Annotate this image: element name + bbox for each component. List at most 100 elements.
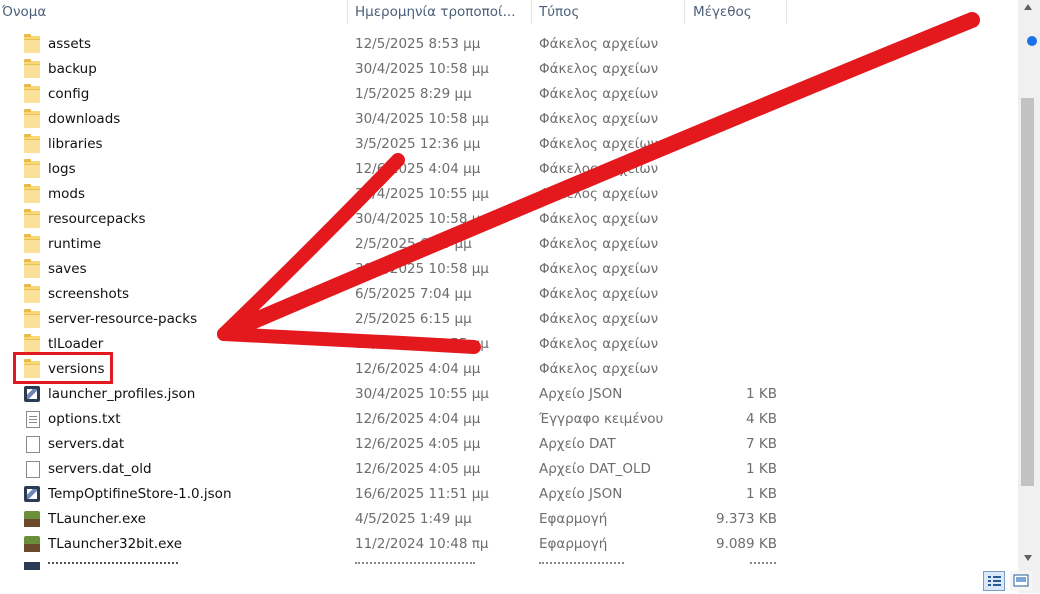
file-name: TLauncher32bit.exe: [48, 536, 183, 552]
file-row[interactable]: downloads 30/4/2025 10:58 μμ Φάκελος αρχεί…: [0, 107, 1018, 132]
file-date: 12/5/2025 8:53 μμ: [355, 36, 481, 52]
file-name: saves: [48, 261, 87, 277]
file-size: [690, 232, 777, 257]
file-row[interactable]: backup 30/4/2025 10:58 μμ Φάκελος αρχείων: [0, 57, 1018, 82]
file-name: servers.dat: [48, 436, 125, 452]
file-row[interactable]: assets 12/5/2025 8:53 μμ Φάκελος αρχείων: [0, 32, 1018, 57]
file-size: 9.089 KB: [715, 536, 777, 552]
file-name: libraries: [48, 136, 103, 152]
column-header-name[interactable]: Όνομα: [2, 0, 342, 24]
folder-icon: [24, 109, 40, 128]
file-type: Αρχείο JSON: [539, 386, 623, 402]
file-name: TempOptifineStore-1.0.json: [48, 486, 232, 502]
file-size: [690, 332, 777, 357]
file-row[interactable]: TLauncher32bit.exe 11/2/2024 10:48 πμ Εφαρ…: [0, 532, 1018, 557]
file-date: 12/6/2025 4:04 μμ: [355, 161, 481, 177]
file-row[interactable]: screenshots 6/5/2025 7:04 μμ Φάκελος αρχεί…: [0, 282, 1018, 307]
file-type: Φάκελος αρχείων: [539, 136, 659, 152]
column-divider[interactable]: [786, 0, 787, 24]
file-date: 12/6/2025 4:04 μμ: [355, 361, 481, 377]
file-size: [690, 132, 777, 157]
file-size: 1 KB: [746, 386, 777, 402]
column-header-date[interactable]: Ημερομηνία τροποποί...: [355, 0, 531, 24]
folder-icon: [24, 259, 40, 278]
file-size-cut: [750, 562, 776, 567]
folder-icon: [24, 159, 40, 178]
blank-file-icon: [26, 436, 40, 453]
file-date: 3/5/2025 12:36 μμ: [355, 136, 481, 152]
file-size: [690, 257, 777, 282]
large-icons-view-icon: [1013, 574, 1029, 587]
file-row-partial[interactable]: [0, 562, 1018, 570]
large-icons-view-button[interactable]: [1010, 571, 1032, 591]
file-row[interactable]: versions 12/6/2025 4:04 μμ Φάκελος αρχείων: [0, 357, 1018, 382]
file-row[interactable]: mods 30/4/2025 10:55 μμ Φάκελος αρχείων: [0, 182, 1018, 207]
file-name: launcher_profiles.json: [48, 386, 196, 402]
minecraft-block-icon: [24, 511, 40, 527]
file-row[interactable]: launcher_profiles.json 30/4/2025 10:55 μμ…: [0, 382, 1018, 407]
file-type: Φάκελος αρχείων: [539, 61, 659, 77]
file-name: config: [48, 86, 90, 102]
file-row[interactable]: tlLoader 30/4/2025 10:55 μμ Φάκελος αρχείω…: [0, 332, 1018, 357]
file-date: 12/6/2025 4:05 μμ: [355, 436, 481, 452]
file-size: [690, 307, 777, 332]
file-date: 30/4/2025 10:55 μμ: [355, 336, 489, 352]
file-size: [690, 357, 777, 382]
scroll-up-arrow-icon[interactable]: [1024, 4, 1032, 10]
file-row[interactable]: runtime 2/5/2025 6:00 μμ Φάκελος αρχείων: [0, 232, 1018, 257]
blank-file-icon: [26, 461, 40, 478]
file-type: Φάκελος αρχείων: [539, 336, 659, 352]
file-size: [690, 32, 777, 57]
file-row[interactable]: servers.dat_old 12/6/2025 4:05 μμ Αρχείο D…: [0, 457, 1018, 482]
file-date: 4/5/2025 1:49 μμ: [355, 511, 472, 527]
file-name-cut: [48, 562, 178, 567]
details-view-button[interactable]: [983, 571, 1005, 591]
file-date-cut: [355, 562, 475, 567]
file-size: [690, 282, 777, 307]
scrollbar-thumb[interactable]: [1021, 98, 1034, 486]
column-divider[interactable]: [347, 0, 348, 24]
file-size: [690, 157, 777, 182]
file-size: 1 KB: [746, 461, 777, 477]
file-type: Φάκελος αρχείων: [539, 161, 659, 177]
file-date: 2/5/2025 6:00 μμ: [355, 236, 472, 252]
json-icon: [24, 386, 40, 402]
file-type: Φάκελος αρχείων: [539, 236, 659, 252]
file-name: server-resource-packs: [48, 311, 198, 327]
file-row[interactable]: logs 12/6/2025 4:04 μμ Φάκελος αρχείων: [0, 157, 1018, 182]
scroll-position-indicator: [1027, 36, 1037, 46]
folder-icon: [24, 34, 40, 53]
file-row[interactable]: servers.dat 12/6/2025 4:05 μμ Αρχείο DAT 7 …: [0, 432, 1018, 457]
file-row[interactable]: server-resource-packs 2/5/2025 6:15 μμ Φάκ…: [0, 307, 1018, 332]
file-row[interactable]: config 1/5/2025 8:29 μμ Φάκελος αρχείων: [0, 82, 1018, 107]
file-name: backup: [48, 61, 97, 77]
file-date: 2/5/2025 6:15 μμ: [355, 311, 472, 327]
folder-icon: [24, 184, 40, 203]
file-name: TLauncher.exe: [48, 511, 146, 527]
file-row[interactable]: resourcepacks 30/4/2025 10:58 μμ Φάκελος α…: [0, 207, 1018, 232]
column-divider[interactable]: [684, 0, 685, 24]
file-date: 12/6/2025 4:05 μμ: [355, 461, 481, 477]
column-header-size[interactable]: Μέγεθος: [693, 0, 783, 24]
file-type: Έγγραφο κειμένου: [539, 411, 664, 427]
scroll-down-arrow-icon[interactable]: [1024, 555, 1032, 561]
file-row[interactable]: options.txt 12/6/2025 4:04 μμ Έγγραφο κειμ…: [0, 407, 1018, 432]
file-size: [690, 107, 777, 132]
file-size: [690, 182, 777, 207]
file-date: 30/4/2025 10:58 μμ: [355, 261, 489, 277]
file-type: Φάκελος αρχείων: [539, 86, 659, 102]
details-view-icon: [988, 576, 1001, 586]
file-name: mods: [48, 186, 86, 202]
file-name: servers.dat_old: [48, 461, 152, 477]
file-type: Αρχείο JSON: [539, 486, 623, 502]
folder-icon: [24, 284, 40, 303]
column-header-type[interactable]: Τύπος: [539, 0, 679, 24]
file-row[interactable]: saves 30/4/2025 10:58 μμ Φάκελος αρχείων: [0, 257, 1018, 282]
file-row[interactable]: libraries 3/5/2025 12:36 μμ Φάκελος αρχείω…: [0, 132, 1018, 157]
file-row[interactable]: TLauncher.exe 4/5/2025 1:49 μμ Εφαρμογή 9.3…: [0, 507, 1018, 532]
column-divider[interactable]: [531, 0, 532, 24]
folder-icon: [24, 134, 40, 153]
file-name: logs: [48, 161, 76, 177]
file-row[interactable]: TempOptifineStore-1.0.json 16/6/2025 11:5…: [0, 482, 1018, 507]
file-name: resourcepacks: [48, 211, 146, 227]
